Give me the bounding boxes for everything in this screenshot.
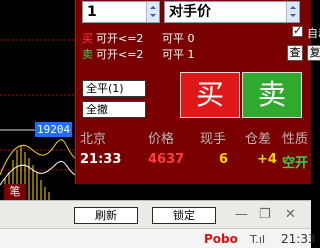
price-tag: 19204	[35, 122, 73, 137]
refresh-button[interactable]: 刷新	[74, 207, 138, 224]
chart-canvas	[0, 39, 75, 200]
signal-icon: T.ıl	[250, 233, 266, 246]
header-oi-change: 仓差	[245, 132, 272, 147]
trade-price: 4637	[148, 152, 185, 167]
auto-label: 自动	[307, 27, 320, 40]
header-time: 北京	[80, 132, 107, 147]
intraday-chart[interactable]: 19204	[0, 0, 75, 200]
header-volume: 现手	[200, 132, 227, 147]
query-button[interactable]: 查	[287, 45, 303, 61]
trades-header: 北京 价格 现手 仓差 性质	[76, 128, 312, 148]
sell-close-available: 可平 1	[162, 48, 195, 61]
restore-icon[interactable]: ❐	[259, 207, 271, 223]
price-type-select[interactable]: 对手价	[164, 1, 300, 23]
trade-volume: 6	[219, 152, 229, 167]
tab-trades[interactable]: 笔	[4, 184, 26, 200]
price-type-value: 对手价	[169, 4, 211, 20]
sell-button[interactable]: 卖	[242, 72, 302, 118]
quantity-value: 1	[87, 4, 97, 20]
trade-oi-change: +4	[257, 152, 277, 167]
header-nature: 性质	[282, 132, 309, 147]
quantity-select[interactable]: 1	[82, 1, 160, 23]
close-icon[interactable]: ✕	[285, 207, 296, 223]
buy-close-available: 可平 0	[162, 32, 195, 45]
trade-nature: 空开	[282, 156, 309, 171]
trade-time: 21:33	[80, 152, 122, 167]
trade-row: 21:33 4637 6 +4 空开	[76, 152, 312, 172]
lock-button[interactable]: 锁定	[152, 207, 216, 224]
bottom-toolbar: 刷新 锁定 — ❐ ✕	[0, 200, 311, 228]
sell-tag: 卖	[82, 48, 93, 61]
minimize-icon[interactable]: —	[235, 207, 248, 223]
status-bar: Pobo T.ıl 21:33	[0, 228, 316, 248]
buy-button[interactable]: 买	[180, 72, 240, 118]
buy-tag: 买	[82, 32, 93, 45]
cancel-all-button[interactable]: 全撤	[82, 101, 146, 118]
order-panel: 1 对手价 买 可开<=2 可平 0 卖 可开<=2 可平 1 自动 查 复 全…	[75, 0, 320, 184]
brand-logo: Pobo	[204, 232, 238, 246]
quantity-spin-icon[interactable]	[146, 2, 159, 22]
price-type-spin-icon[interactable]	[286, 2, 299, 22]
buy-open-available: 可开<=2	[96, 32, 144, 45]
repeat-button[interactable]: 复	[307, 45, 320, 61]
sell-open-available: 可开<=2	[96, 48, 144, 61]
close-all-button[interactable]: 全平(1)	[82, 80, 146, 97]
status-clock: 21:33	[281, 232, 316, 246]
header-price: 价格	[148, 132, 175, 147]
auto-checkbox[interactable]	[292, 24, 303, 37]
